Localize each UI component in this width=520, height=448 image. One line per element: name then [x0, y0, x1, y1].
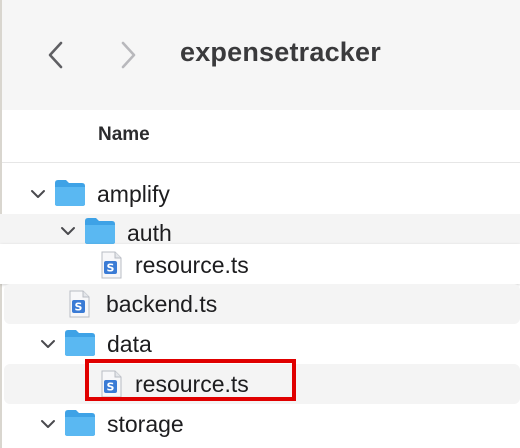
chevron-left-icon [48, 41, 63, 69]
toolbar: expensetracker [2, 0, 520, 111]
tree-row-backend[interactable]: S backend.ts [4, 284, 520, 324]
chevron-down-icon[interactable] [30, 186, 46, 202]
window-title: expensetracker [180, 37, 381, 67]
tree-row-label: amplify [97, 181, 170, 207]
tree-row-label: data [107, 331, 152, 357]
forward-button[interactable] [114, 38, 142, 72]
file-tree: amplify auth S resource.ts S backend.ts [0, 162, 520, 448]
folder-icon [85, 218, 115, 244]
tree-row-label: backend.ts [106, 291, 218, 317]
back-button[interactable] [42, 38, 70, 72]
typescript-file-icon: S [69, 290, 90, 318]
tree-row-label: resource.ts [135, 252, 249, 278]
tree-row-storage[interactable]: storage [0, 404, 520, 444]
folder-icon [65, 410, 95, 436]
typescript-file-icon: S [101, 251, 122, 279]
chevron-down-icon[interactable] [40, 336, 56, 352]
tree-row-data[interactable]: data [0, 324, 520, 364]
chevron-down-icon[interactable] [60, 223, 76, 239]
folder-icon [55, 180, 85, 206]
svg-text:S: S [75, 301, 83, 314]
chevron-right-icon [121, 41, 136, 69]
column-header-name[interactable]: Name [98, 124, 150, 146]
tree-row-amplify[interactable]: amplify [0, 174, 520, 214]
tree-row-auth-resource[interactable]: S resource.ts [0, 244, 520, 284]
tree-row-label: storage [107, 411, 184, 437]
tree-row-label: auth [127, 220, 172, 246]
highlight-box [85, 359, 296, 401]
svg-text:S: S [107, 262, 115, 275]
tree-row-auth[interactable]: auth [0, 214, 520, 246]
folder-icon [65, 330, 95, 356]
column-header: Name [2, 110, 520, 163]
chevron-down-icon[interactable] [40, 416, 56, 432]
